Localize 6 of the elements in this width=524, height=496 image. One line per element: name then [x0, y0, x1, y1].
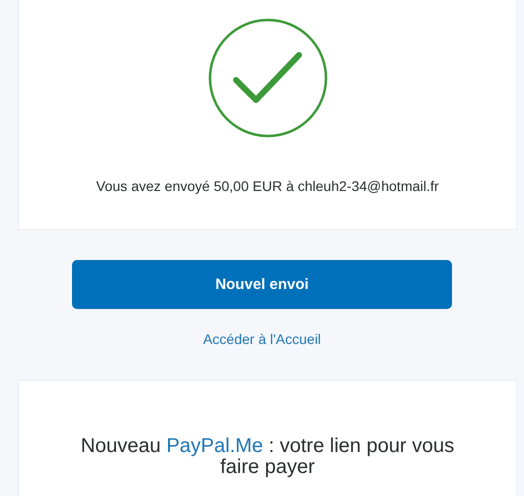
paypal-me-link[interactable]: PayPal.Me — [166, 435, 264, 457]
checkmark-icon — [208, 18, 328, 138]
promo-heading: Nouveau PayPal.Me : votre lien pour vous faire payer — [80, 436, 456, 478]
home-link[interactable]: Accéder à l'Accueil — [203, 331, 321, 347]
new-payment-button[interactable]: Nouvel envoi — [72, 260, 452, 309]
confirmation-message: Vous avez envoyé 50,00 EUR à chleuh2-34@hotmail.fr — [96, 178, 439, 194]
